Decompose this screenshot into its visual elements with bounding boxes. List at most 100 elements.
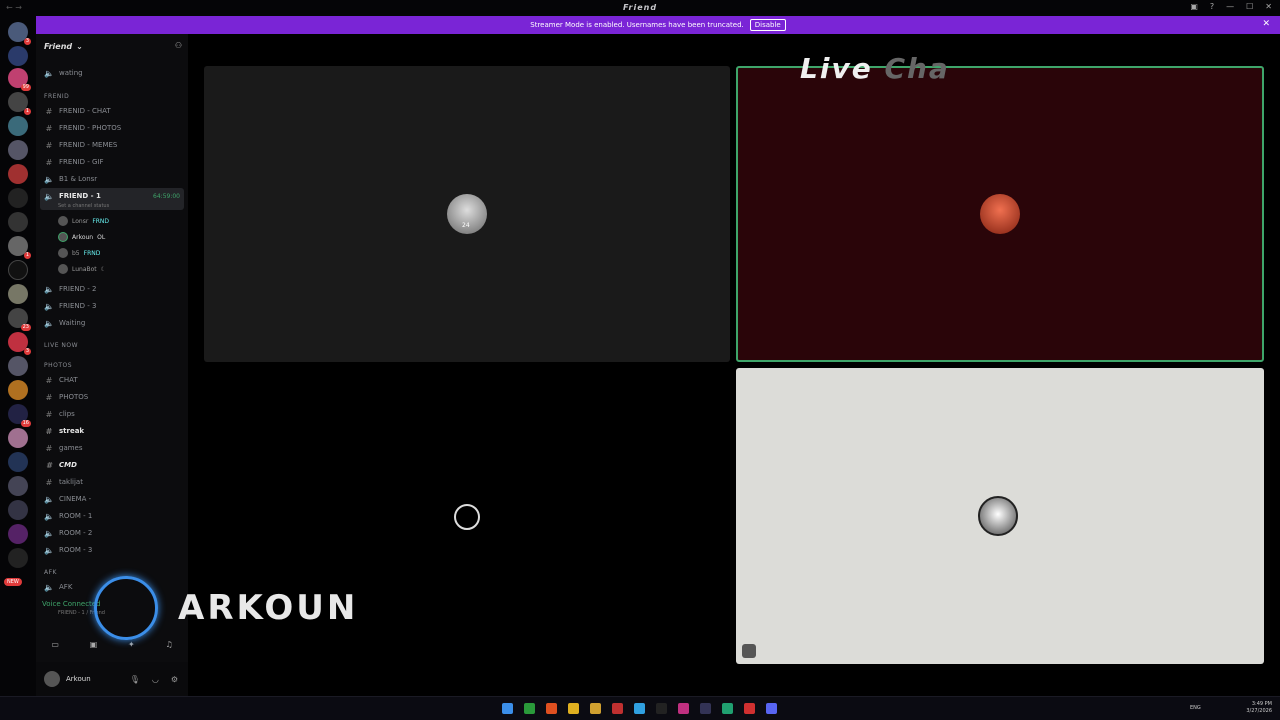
folder-icon[interactable] — [590, 703, 601, 714]
server-icon[interactable] — [8, 164, 28, 184]
server-icon[interactable]: 99 — [8, 68, 31, 91]
server-icon[interactable] — [8, 428, 28, 448]
steam-icon[interactable] — [700, 703, 711, 714]
microphone-icon[interactable]: 🎙 — [130, 675, 140, 684]
add-member-icon[interactable]: ⚇ — [175, 41, 182, 50]
channel-games[interactable]: # games — [44, 441, 83, 455]
maximize-button[interactable]: ☐ — [1246, 2, 1253, 11]
telegram-icon[interactable] — [634, 703, 645, 714]
gear-icon[interactable]: ⚙ — [171, 675, 178, 684]
server-icon[interactable]: 1 — [8, 92, 31, 115]
channel-room-3[interactable]: 🔈 ROOM - 3 — [44, 543, 92, 557]
close-button[interactable]: ✕ — [1265, 2, 1272, 11]
server-icon[interactable] — [8, 356, 28, 376]
server-icon[interactable]: 1 — [8, 236, 31, 259]
server-icon[interactable] — [8, 188, 28, 208]
server-icon[interactable] — [8, 140, 28, 160]
channel-b1-lonsr[interactable]: 🔈 B1 & Lonsr — [44, 172, 97, 186]
server-icon[interactable] — [8, 380, 28, 400]
call-timer: 64:59:00 — [153, 193, 180, 200]
streamer-mode-banner: Streamer Mode is enabled. Usernames have… — [36, 16, 1280, 34]
video-icon[interactable]: ▭ — [51, 640, 59, 649]
help-icon[interactable]: ? — [1210, 2, 1214, 11]
xbox-icon[interactable] — [524, 703, 535, 714]
hashtag-icon: # — [45, 392, 53, 402]
app-icon[interactable] — [722, 703, 733, 714]
server-icon[interactable]: 16 — [8, 404, 31, 427]
activities-icon[interactable]: ✦ — [128, 640, 135, 649]
server-icon[interactable] — [8, 452, 28, 472]
app-icon[interactable] — [678, 703, 689, 714]
headphones-icon[interactable]: ◡ — [152, 675, 159, 684]
channel-room-1[interactable]: 🔈 ROOM - 1 — [44, 509, 92, 523]
category-live-now[interactable]: LIVE NOW — [44, 342, 78, 349]
server-icon[interactable] — [8, 476, 28, 496]
clock-date: 3/27/2026 — [1246, 708, 1272, 714]
brave-icon[interactable] — [546, 703, 557, 714]
channel-friend-2[interactable]: 🔈 FRIEND - 2 — [44, 282, 96, 296]
channel-streak[interactable]: # streak — [44, 424, 84, 438]
channel-status[interactable]: Set a channel status — [58, 199, 109, 213]
server-icon[interactable] — [8, 548, 28, 568]
language-indicator[interactable]: ENG — [1190, 705, 1201, 711]
username[interactable]: Arkoun — [66, 675, 91, 683]
soundboard-icon[interactable]: ♫ — [165, 640, 172, 649]
voice-connected-status: Voice Connected — [42, 600, 101, 608]
banner-close-icon[interactable]: ✕ — [1262, 19, 1270, 29]
channel-frenid-photos[interactable]: # FRENID - PHOTOS — [44, 121, 122, 135]
participant-tile[interactable] — [736, 368, 1264, 664]
logo-text: ARKOUN — [178, 588, 359, 628]
channel-cmd[interactable]: # CMD — [44, 458, 77, 472]
discord-icon[interactable] — [766, 703, 777, 714]
channel-taklijat[interactable]: # taklijat — [44, 475, 83, 489]
tiktok-icon[interactable] — [656, 703, 667, 714]
channel-clips[interactable]: # clips — [44, 407, 75, 421]
channel-cinema[interactable]: 🔈 CINEMA - — [44, 492, 91, 506]
participant-tile[interactable]: 24 — [204, 66, 730, 362]
channel-waiting-top[interactable]: 🔈 wating — [44, 66, 83, 80]
server-icon[interactable]: 3 — [8, 332, 31, 355]
participant-tile-speaking[interactable] — [736, 66, 1264, 362]
channel-afk[interactable]: 🔈 AFK — [44, 580, 72, 594]
live-chat-overlay: Live Cha — [800, 52, 950, 85]
voice-user[interactable]: Arkoun OL — [58, 230, 105, 244]
server-header[interactable]: Friend ⌄ ⚇ — [36, 34, 188, 58]
screen-share-icon[interactable]: ▣ — [90, 640, 98, 649]
channel-friend-3[interactable]: 🔈 FRIEND - 3 — [44, 299, 96, 313]
category-frenid[interactable]: FRENID — [44, 93, 69, 100]
minimize-button[interactable]: — — [1226, 2, 1234, 11]
voice-user[interactable]: Lonsr FRND — [58, 214, 109, 228]
channel-frenid-memes[interactable]: # FRENID - MEMES — [44, 138, 118, 152]
window-title: Friend — [622, 3, 658, 12]
server-icon[interactable] — [8, 524, 28, 544]
app-icon[interactable] — [744, 703, 755, 714]
channel-photos[interactable]: # PHOTOS — [44, 390, 89, 404]
server-icon[interactable] — [8, 260, 28, 280]
server-icon[interactable]: 23 — [8, 308, 31, 331]
hashtag-icon: # — [45, 106, 53, 116]
chrome-icon[interactable] — [568, 703, 579, 714]
popout-icon[interactable] — [742, 644, 756, 658]
channel-frenid-chat[interactable]: # FRENID - CHAT — [44, 104, 111, 118]
avatar[interactable] — [44, 671, 60, 687]
channel-chat[interactable]: # CHAT — [44, 373, 78, 387]
channel-frenid-gif[interactable]: # FRENID - GIF — [44, 155, 104, 169]
server-icon[interactable] — [8, 284, 28, 304]
hashtag-icon: # — [45, 477, 53, 487]
voice-user[interactable]: b5 FRND — [58, 246, 100, 260]
app-icon[interactable] — [612, 703, 623, 714]
server-icon[interactable] — [8, 116, 28, 136]
category-afk[interactable]: AFK — [44, 569, 57, 576]
system-clock[interactable]: 3:49 PM 3/27/2026 — [1246, 701, 1272, 715]
disable-button[interactable]: Disable — [749, 19, 786, 31]
start-icon[interactable] — [502, 703, 513, 714]
category-photos[interactable]: PHOTOS — [44, 362, 72, 369]
inbox-icon[interactable]: ▣ — [1190, 2, 1198, 11]
channel-room-2[interactable]: 🔈 ROOM - 2 — [44, 526, 92, 540]
voice-user[interactable]: LunaBot ☾ — [58, 262, 106, 276]
server-icon[interactable] — [8, 212, 28, 232]
server-icon[interactable] — [8, 500, 28, 520]
channel-waiting[interactable]: 🔈 Waiting — [44, 316, 85, 330]
server-icon[interactable]: 3 — [8, 22, 31, 45]
server-icon[interactable] — [8, 46, 28, 66]
